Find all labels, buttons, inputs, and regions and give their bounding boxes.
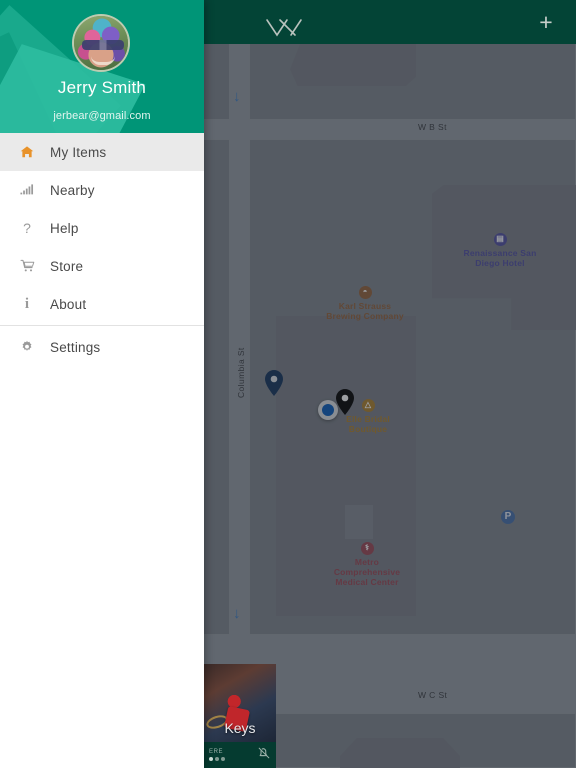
menu-divider: [0, 325, 204, 326]
carousel-dots[interactable]: [209, 757, 225, 761]
profile-name: Jerry Smith: [57, 78, 147, 97]
signal-icon: [14, 183, 40, 197]
sidebar-item-about[interactable]: i About: [0, 285, 204, 323]
sidebar-item-store[interactable]: Store: [0, 247, 204, 285]
item-card-title: Keys: [224, 720, 256, 736]
gear-icon: [14, 340, 40, 354]
item-card-tag: ERE: [209, 749, 224, 755]
carousel-dot[interactable]: [209, 757, 213, 761]
item-card-footer-left: ERE: [209, 749, 225, 761]
avatar-sunglasses: [82, 40, 124, 50]
user-avatar[interactable]: [72, 14, 130, 72]
item-card-keys[interactable]: Keys ERE: [204, 664, 276, 768]
info-icon: i: [24, 295, 30, 312]
sidebar-item-help[interactable]: ? Help: [0, 209, 204, 247]
home-icon: [14, 145, 40, 159]
drawer-profile-header: Jerry Smith jerbear@gmail.com: [0, 0, 204, 133]
sidebar-item-label: Help: [50, 220, 79, 236]
sidebar-item-my-items[interactable]: My Items: [0, 133, 204, 171]
sidebar-item-label: About: [50, 296, 87, 312]
question-icon: ?: [23, 220, 31, 236]
add-item-button[interactable]: +: [532, 0, 560, 44]
carousel-dot[interactable]: [215, 757, 219, 761]
carousel-dot[interactable]: [221, 757, 225, 761]
drawer-menu-list: My Items Nearby ? Help Store i About Set…: [0, 133, 204, 768]
navigation-drawer: Jerry Smith jerbear@gmail.com My Items N…: [0, 0, 204, 768]
sidebar-item-label: My Items: [50, 144, 107, 160]
item-card-footer: ERE: [204, 742, 276, 768]
xy-logo-icon: [265, 16, 303, 43]
cart-icon: [14, 259, 40, 273]
sidebar-item-settings[interactable]: Settings: [0, 328, 204, 366]
sidebar-item-label: Store: [50, 258, 84, 274]
sidebar-item-label: Nearby: [50, 182, 95, 198]
sidebar-item-label: Settings: [50, 339, 101, 355]
sidebar-item-nearby[interactable]: Nearby: [0, 171, 204, 209]
bell-off-icon[interactable]: [257, 746, 271, 765]
profile-email: jerbear@gmail.com: [53, 110, 151, 122]
